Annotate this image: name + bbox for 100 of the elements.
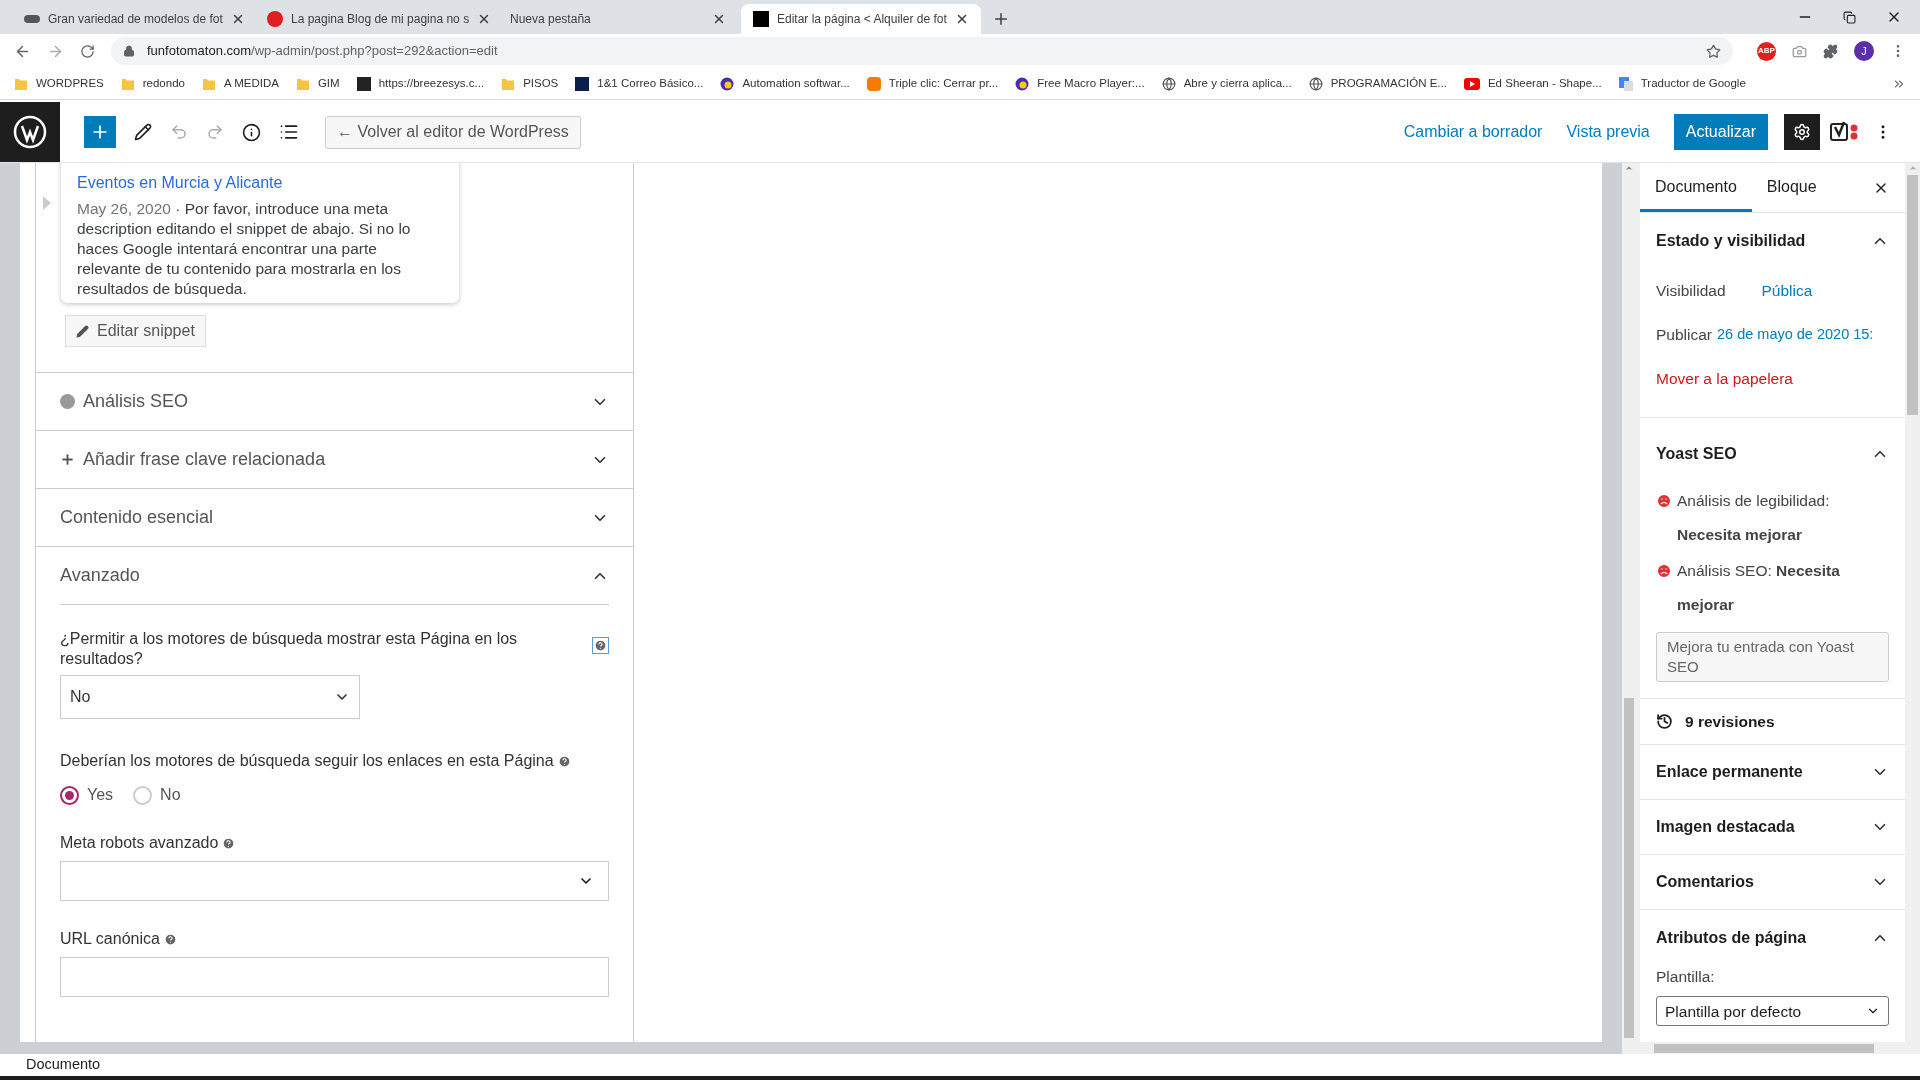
yoast-logo-icon[interactable] [1830, 121, 1860, 143]
edit-snippet-button[interactable]: Editar snippet [65, 315, 206, 347]
field-label: ¿Permitir a los motores de búsqueda mostrar esta Página en los resultados? [60, 629, 519, 669]
camera-icon[interactable] [1792, 43, 1807, 59]
snippet-title[interactable]: Eventos en Murcia y Alicante [77, 173, 443, 193]
browser-tab[interactable]: Gran variedad de modelos de fot [12, 4, 252, 34]
back-to-editor-button[interactable]: ← Volver al editor de WordPress [325, 115, 581, 149]
panel-header[interactable]: Enlace permanente [1640, 745, 1905, 800]
help-icon[interactable] [592, 637, 609, 654]
reload-icon[interactable] [80, 43, 95, 59]
field-label: Meta robots avanzado [60, 833, 219, 853]
bookmark-link[interactable]: GIM [295, 74, 340, 93]
restore-icon[interactable] [1843, 10, 1856, 24]
extension-icon[interactable]: ABP [1757, 41, 1776, 61]
snippet-description: May 26, 2020 · Por favor, introduce una meta description editando el snippet de abajo. Si no lo haces Google intentará encontrar una parte relevante de tu contenido para mostrarla en los resultados de búsqueda. [77, 199, 412, 299]
section-header[interactable]: Avanzado [36, 546, 633, 604]
url-text: funfotomaton.com/wp-admin/post.php?post=292&action=edit [147, 42, 498, 61]
folder-icon [295, 76, 310, 91]
breadcrumb-text: Documento [26, 1055, 101, 1075]
radio-button[interactable] [60, 785, 79, 805]
bookmark-link[interactable]: 1&1 Correo Básico... [575, 74, 704, 93]
add-block-button[interactable] [84, 116, 116, 148]
analysis-result: Análisis SEO: Necesita mejorar [1677, 561, 1841, 615]
scroll-up-icon[interactable] [1624, 163, 1634, 173]
bookmark-link[interactable]: Traductor de Google [1618, 74, 1746, 93]
panel-header[interactable]: Estado y visibilidad [1640, 213, 1905, 269]
toolbar-link[interactable]: Vista previa [1566, 120, 1650, 144]
bookmark-link[interactable]: Abre y cierra aplica... [1161, 74, 1292, 93]
panel-header[interactable]: Comentarios [1640, 855, 1905, 910]
field-label: Publicar [1656, 325, 1712, 346]
panel-header[interactable]: Yoast SEO [1640, 426, 1905, 482]
wordpress-logo[interactable] [0, 102, 60, 162]
wordpress-logo-icon [13, 115, 47, 149]
url-input-field[interactable] [60, 957, 609, 997]
scrollbar-thumb[interactable] [1654, 1043, 1874, 1053]
section-header[interactable]: Análisis SEO [36, 372, 633, 430]
settings-button[interactable] [1784, 114, 1820, 150]
bookmark-link[interactable]: Free Macro Player:... [1015, 74, 1145, 93]
toolbar-link[interactable]: Cambiar a borrador [1403, 120, 1543, 144]
select-field[interactable]: No [60, 675, 360, 719]
bookmark-link[interactable]: PISOS [501, 74, 559, 93]
profile-avatar[interactable]: J [1854, 41, 1874, 61]
site-logo-icon [575, 76, 590, 91]
field-label: Plantilla: [1656, 967, 1716, 987]
browser-tab[interactable]: Editar la página < Alquiler de fot [741, 4, 981, 34]
disc-icon [1015, 76, 1030, 91]
star-icon[interactable] [1706, 43, 1721, 59]
bookmark-link[interactable]: https://breezesys.c... [356, 74, 485, 93]
field-label: Deberían los motores de búsqueda seguir los enlaces en esta Página [60, 751, 554, 771]
folder-icon [501, 76, 516, 91]
folder-icon [201, 76, 216, 91]
sad-face-icon [1656, 563, 1672, 579]
bookmark-link[interactable]: A MEDIDA [201, 74, 279, 93]
yoast-button[interactable]: Mejora tu entrada con Yoast SEO [1656, 632, 1889, 682]
folder-icon [14, 76, 28, 91]
address-bar[interactable]: funfotomaton.com/wp-admin/post.php?post=292&action=edit [111, 37, 1733, 65]
section-header[interactable]: Contenido esencial [36, 488, 633, 546]
panel-header[interactable]: Atributos de página [1640, 910, 1905, 965]
plus-icon [60, 452, 75, 467]
bookmark-link[interactable]: PROGRAMACIÓN E... [1308, 74, 1447, 93]
bookmark-link[interactable]: Triple clic: Cerrar pr... [866, 74, 999, 93]
trash-link[interactable]: Mover a la papelera [1656, 367, 1793, 391]
site-logo-icon [866, 76, 881, 91]
sad-face-icon [1656, 493, 1672, 509]
radio-label: Yes [87, 785, 114, 805]
scrollbar[interactable] [1622, 163, 1636, 1054]
select-field[interactable] [60, 861, 609, 901]
sidebar-tab[interactable]: Documento [1640, 164, 1752, 212]
close-icon[interactable] [712, 12, 726, 26]
extensions-icon[interactable] [1823, 43, 1838, 59]
section-header[interactable]: Añadir frase clave relacionada [36, 430, 633, 488]
play-icon [1463, 77, 1480, 90]
pencil-icon [76, 324, 89, 338]
outline-icon[interactable] [279, 122, 299, 142]
tab-title: Nueva pestaña [510, 11, 592, 28]
browser-tab[interactable]: La pagina Blog de mi pagina no s [255, 4, 495, 34]
panel-header[interactable]: Imagen destacada [1640, 800, 1905, 855]
tab-title: Gran variedad de modelos de fot [48, 11, 223, 28]
globe-icon [1161, 76, 1176, 91]
bookmark-link[interactable]: redondo [120, 74, 185, 93]
update-button[interactable]: Actualizar [1673, 114, 1768, 150]
revisions-link[interactable]: 9 revisiones [1685, 709, 1775, 734]
bookmark-link[interactable]: WORDPRES [14, 74, 104, 93]
bookmark-link[interactable]: Automation softwar... [720, 74, 850, 93]
site-logo-icon [356, 76, 371, 91]
info-icon[interactable] [242, 122, 261, 142]
visibility-link[interactable]: Pública [1761, 279, 1813, 303]
lock-icon [123, 45, 135, 57]
bookmark-link[interactable]: Ed Sheeran - Shape... [1463, 74, 1602, 93]
close-icon[interactable] [955, 12, 969, 26]
scrollbar-thumb[interactable] [1907, 175, 1918, 415]
globe-icon [1308, 76, 1323, 91]
edit-icon[interactable] [134, 123, 152, 141]
radio-label: No [160, 785, 181, 805]
template-select[interactable]: Plantilla por defecto [1656, 996, 1889, 1027]
publish-date-link[interactable]: 26 de mayo de 2020 15: [1717, 324, 1874, 346]
scrollbar-thumb[interactable] [1624, 698, 1634, 1038]
new-tab-icon[interactable] [992, 10, 1010, 28]
sidebar-tab[interactable]: Bloque [1751, 164, 1832, 212]
browser-tab[interactable]: Nueva pestaña [498, 4, 738, 34]
